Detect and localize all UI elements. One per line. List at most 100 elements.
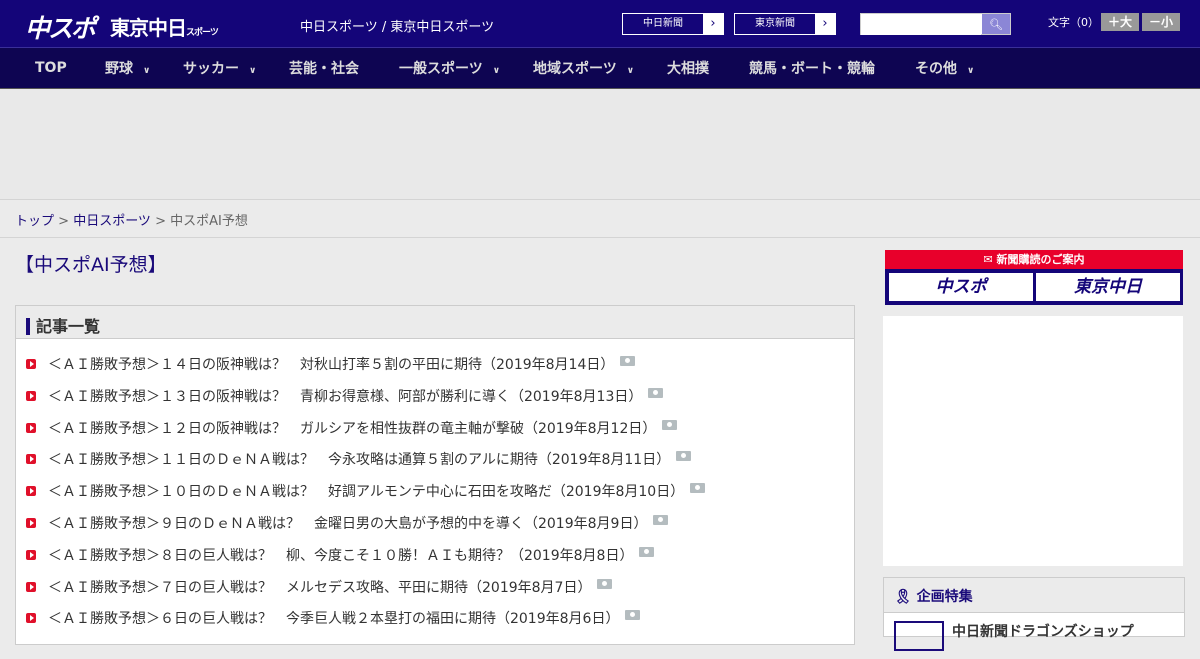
nav-label: 競馬・ボート・競輪 xyxy=(749,61,875,77)
article-link[interactable]: ＜ＡＩ勝敗予想＞６日の巨人戦は？ 今季巨人戦２本塁打の福田に期待（2019年8月… xyxy=(48,608,619,628)
site-names: 中日スポーツ / 東京中日スポーツ xyxy=(300,20,495,35)
feature-box: 🎗︎ 企画特集 中日新聞ドラゴンズショップ xyxy=(883,577,1185,651)
nav-sumo[interactable]: 大相撲 xyxy=(667,58,709,78)
chevron-right-icon: › xyxy=(815,14,835,34)
nav-label: 野球 xyxy=(105,61,133,77)
play-bullet-icon xyxy=(26,518,36,528)
article-link[interactable]: ＜ＡＩ勝敗予想＞８日の巨人戦は？ 柳、今度こそ１０勝！ＡＩも期待？（2019年8… xyxy=(48,545,633,565)
logo-text: 東京中日 xyxy=(110,16,187,40)
article-list-item[interactable]: ＜ＡＩ勝敗予想＞１３日の阪神戦は？ 青柳お得意様、阿部が勝利に導く（2019年8… xyxy=(26,386,664,406)
sidebar-ad xyxy=(883,316,1183,566)
nav-baseball[interactable]: 野球 ∨ xyxy=(105,58,150,78)
search-input[interactable] xyxy=(861,14,981,35)
play-bullet-icon xyxy=(26,549,36,560)
article-link[interactable]: ＜ＡＩ勝敗予想＞１２日の阪神戦は？ ガルシアを相性抜群の竜主軸が撃破（2019年… xyxy=(48,418,656,438)
font-larger-button[interactable]: ＋大 xyxy=(1101,13,1139,31)
article-list-item[interactable]: ＜ＡＩ勝敗予想＞９日のＤｅＮＡ戦は？ 金曜日男の大島が予想的中を導く（2019年… xyxy=(26,513,669,533)
article-list-item[interactable]: ＜ＡＩ勝敗予想＞１４日の阪神戦は？ 対秋山打率５割の平田に期待（2019年8月1… xyxy=(26,354,636,374)
logo-small: スポーツ xyxy=(186,28,219,38)
camera-icon xyxy=(597,578,613,589)
article-list: 記事一覧 ＜ＡＩ勝敗予想＞１４日の阪神戦は？ 対秋山打率５割の平田に期待（201… xyxy=(15,305,855,645)
camera-icon xyxy=(653,515,669,525)
chevron-down-icon: ∨ xyxy=(492,66,501,76)
nav-label: 地域スポーツ xyxy=(533,61,617,77)
link-label: 中日新聞 xyxy=(643,18,683,29)
camera-icon xyxy=(690,483,706,494)
camera-icon xyxy=(662,419,678,430)
nav-label: 一般スポーツ xyxy=(399,61,483,77)
chevron-down-icon: ∨ xyxy=(143,66,151,76)
main-nav: TOP 野球 ∨ サッカー ∨ 芸能・社会 一般スポーツ ∨ 地域スポーツ ∨ 大相撲 … xyxy=(0,48,1200,89)
font-size-label: 文字（0） xyxy=(1048,16,1099,29)
play-bullet-icon xyxy=(26,390,36,401)
subscribe-tokyo-chunichi[interactable]: 東京中日 xyxy=(1036,273,1180,301)
tokyo-shimbun-link[interactable]: 東京新聞 › xyxy=(734,13,836,35)
article-list-item[interactable]: ＜ＡＩ勝敗予想＞６日の巨人戦は？ 今季巨人戦２本塁打の福田に期待（2019年8月… xyxy=(26,608,641,628)
chuspo-logo[interactable]: 中スポ xyxy=(25,9,96,45)
camera-icon xyxy=(648,387,664,398)
nav-regional-sports[interactable]: 地域スポーツ ∨ xyxy=(533,58,634,78)
breadcrumb-current: 中スポAI予想 xyxy=(170,214,248,229)
breadcrumb: トップ > 中日スポーツ > 中スポAI予想 xyxy=(0,200,1200,238)
play-bullet-icon xyxy=(26,613,36,624)
feature-heading: 🎗︎ 企画特集 xyxy=(884,578,1184,613)
link-label: 東京新聞 xyxy=(755,18,795,29)
feature-heading-label: 企画特集 xyxy=(916,589,973,605)
breadcrumb-sep: > xyxy=(150,214,171,229)
page-title: 【中スポAI予想】 xyxy=(15,254,167,276)
article-link[interactable]: ＜ＡＩ勝敗予想＞９日のＤｅＮＡ戦は？ 金曜日男の大島が予想的中を導く（2019年… xyxy=(48,513,647,533)
nav-label: TOP xyxy=(35,60,67,76)
play-bullet-icon xyxy=(26,359,36,369)
play-bullet-icon xyxy=(26,454,36,465)
breadcrumb-section[interactable]: 中日スポーツ xyxy=(73,214,151,229)
nav-racing[interactable]: 競馬・ボート・競輪 xyxy=(749,58,875,78)
nav-top[interactable]: TOP xyxy=(35,60,67,76)
article-list-item[interactable]: ＜ＡＩ勝敗予想＞１１日のＤｅＮＡ戦は？ 今永攻略は通算５割のアルに期待（2019… xyxy=(26,449,692,469)
search-button[interactable]: 🔍︎ xyxy=(982,14,1010,34)
breadcrumb-sep: > xyxy=(54,214,74,229)
ribbon-icon: 🎗︎ xyxy=(894,589,912,605)
chunichi-shimbun-link[interactable]: 中日新聞 › xyxy=(622,13,724,35)
article-list-item[interactable]: ＜ＡＩ勝敗予想＞１０日のＤｅＮＡ戦は？ 好調アルモンテ中心に石田を攻略だ（201… xyxy=(26,481,706,501)
chevron-right-icon: › xyxy=(703,14,723,34)
nav-soccer[interactable]: サッカー ∨ xyxy=(183,58,256,78)
chevron-down-icon: ∨ xyxy=(249,66,257,76)
feature-item[interactable]: 中日新聞ドラゴンズショップ xyxy=(884,613,1184,659)
subscription-heading: ✉ 新聞購読のご案内 xyxy=(885,250,1183,269)
nav-label: その他 xyxy=(915,61,957,77)
play-bullet-icon xyxy=(26,486,36,497)
nav-entertainment[interactable]: 芸能・社会 xyxy=(289,58,359,78)
nav-label: 芸能・社会 xyxy=(289,61,359,77)
search-icon: 🔍︎ xyxy=(989,18,1003,31)
article-list-item[interactable]: ＜ＡＩ勝敗予想＞１２日の阪神戦は？ ガルシアを相性抜群の竜主軸が撃破（2019年… xyxy=(26,418,678,438)
article-link[interactable]: ＜ＡＩ勝敗予想＞１０日のＤｅＮＡ戦は？ 好調アルモンテ中心に石田を攻略だ（201… xyxy=(48,481,684,501)
nav-label: サッカー xyxy=(183,61,239,77)
header: 中スポ 東京中日スポーツ 中日スポーツ / 東京中日スポーツ 中日新聞 › 東京新… xyxy=(0,0,1200,48)
chevron-down-icon: ∨ xyxy=(626,66,635,76)
camera-icon xyxy=(676,451,692,462)
subscription-label: 新聞購読のご案内 xyxy=(996,253,1085,266)
font-smaller-button[interactable]: －小 xyxy=(1142,13,1180,31)
camera-icon xyxy=(620,356,636,366)
nav-general-sports[interactable]: 一般スポーツ ∨ xyxy=(399,58,500,78)
play-bullet-icon xyxy=(26,581,36,592)
ad-banner-area xyxy=(0,89,1200,200)
article-link[interactable]: ＜ＡＩ勝敗予想＞７日の巨人戦は？ メルセデス攻略、平田に期待（2019年8月7日… xyxy=(48,577,591,597)
chevron-down-icon: ∨ xyxy=(967,66,975,76)
article-link[interactable]: ＜ＡＩ勝敗予想＞１１日のＤｅＮＡ戦は？ 今永攻略は通算５割のアルに期待（2019… xyxy=(48,449,670,469)
article-list-heading: 記事一覧 xyxy=(16,306,854,339)
search-box: 🔍︎ xyxy=(860,13,1011,35)
article-list-item[interactable]: ＜ＡＩ勝敗予想＞７日の巨人戦は？ メルセデス攻略、平田に期待（2019年8月7日… xyxy=(26,577,613,597)
subscribe-chuspo[interactable]: 中スポ xyxy=(889,273,1033,301)
breadcrumb-home[interactable]: トップ xyxy=(15,214,54,229)
feature-item-label: 中日新聞ドラゴンズショップ xyxy=(952,624,1134,640)
play-bullet-icon xyxy=(26,422,36,433)
article-link[interactable]: ＜ＡＩ勝敗予想＞１３日の阪神戦は？ 青柳お得意様、阿部が勝利に導く（2019年8… xyxy=(48,386,642,406)
camera-icon xyxy=(639,546,655,557)
article-list-item[interactable]: ＜ＡＩ勝敗予想＞８日の巨人戦は？ 柳、今度こそ１０勝！ＡＩも期待？（2019年8… xyxy=(26,545,655,565)
feature-thumbnail xyxy=(894,621,944,651)
article-link[interactable]: ＜ＡＩ勝敗予想＞１４日の阪神戦は？ 対秋山打率５割の平田に期待（2019年8月1… xyxy=(48,354,614,374)
subscription-banner[interactable]: ✉ 新聞購読のご案内 中スポ 東京中日 xyxy=(885,250,1183,305)
tokyo-chunichi-logo[interactable]: 東京中日スポーツ xyxy=(110,12,219,41)
nav-other[interactable]: その他 ∨ xyxy=(915,58,974,78)
